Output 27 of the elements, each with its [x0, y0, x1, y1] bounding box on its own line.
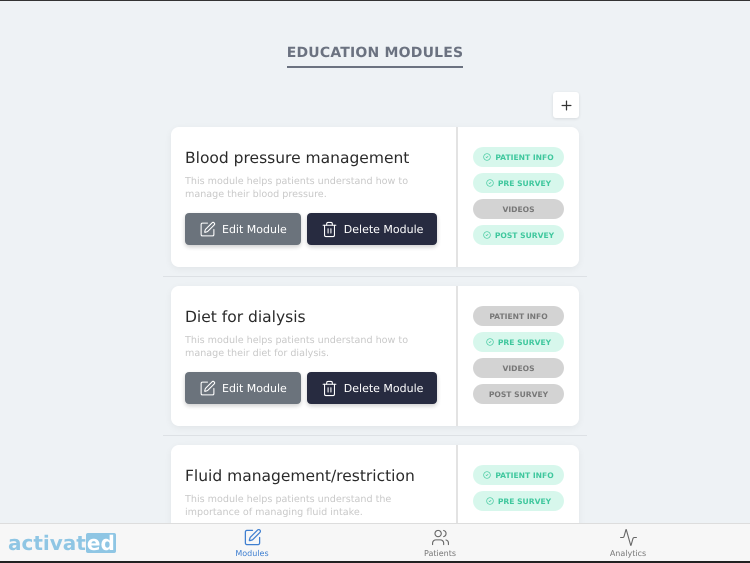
edit-icon [199, 380, 216, 396]
edit-module-button[interactable]: Edit Module [185, 213, 301, 245]
check-icon [486, 179, 494, 187]
page-title: EDUCATION MODULES [286, 45, 464, 68]
nav-tab[interactable]: Modules [212, 528, 292, 558]
check-icon [482, 231, 491, 239]
delete-module-button[interactable]: Delete Module [306, 213, 438, 245]
check-icon [483, 471, 492, 479]
trash-icon [320, 380, 338, 396]
edit-icon [242, 528, 262, 546]
nav-tab[interactable]: Patients [400, 528, 480, 558]
add-button[interactable] [553, 92, 579, 118]
delete-module-button[interactable]: Delete Module [306, 372, 438, 404]
check-icon [486, 497, 494, 505]
edit-icon [199, 220, 216, 238]
nav-tab[interactable]: Analytics [588, 528, 668, 558]
module-title: Diet for dialysis [185, 308, 307, 326]
check-icon [483, 153, 492, 161]
users-icon [430, 528, 450, 546]
line-chart-icon [618, 528, 638, 546]
plus-icon [558, 98, 574, 112]
module-title: Fluid management/restriction [185, 467, 416, 485]
edit-module-button[interactable]: Edit Module [185, 372, 301, 404]
module-title: Blood pressure management [185, 149, 410, 167]
trash-icon [320, 220, 338, 238]
logo: activated [8, 530, 117, 554]
check-icon [486, 338, 494, 346]
